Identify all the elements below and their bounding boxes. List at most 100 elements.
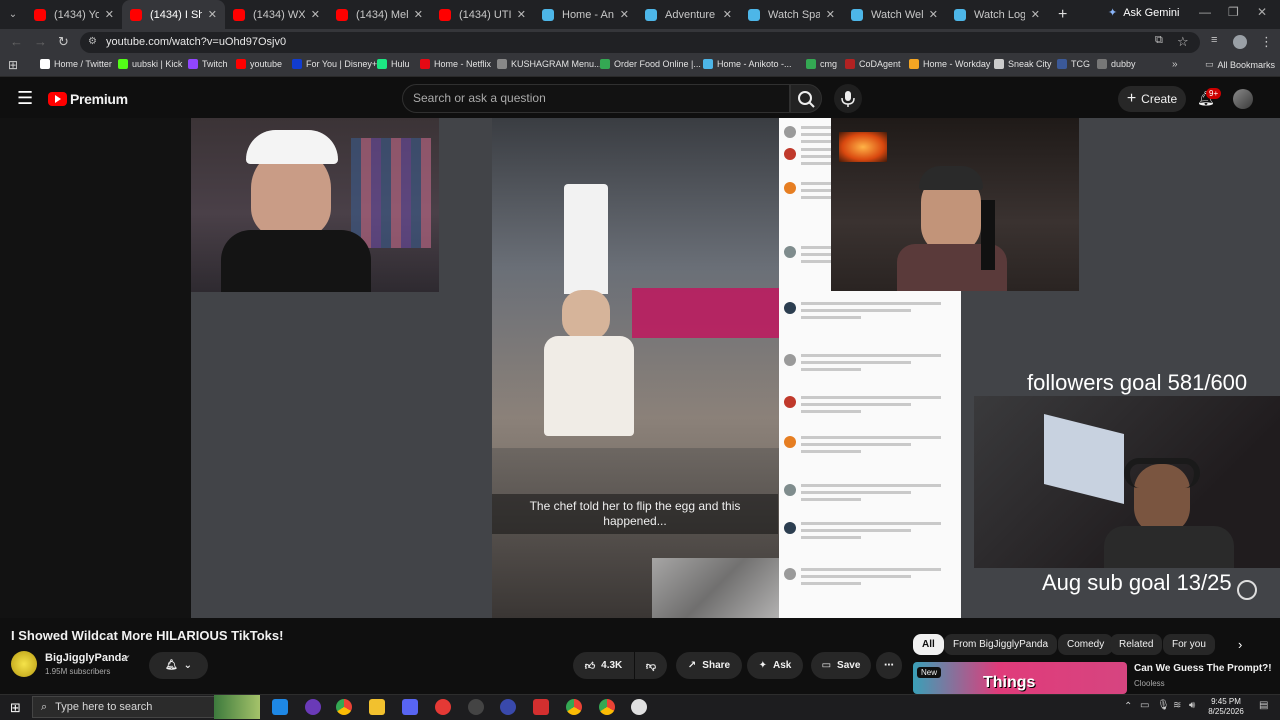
- wifi-icon[interactable]: ≋: [1173, 700, 1181, 711]
- bookmark-item[interactable]: youtube: [236, 59, 282, 69]
- new-tab-button[interactable]: +: [1048, 6, 1077, 24]
- tab-close-icon[interactable]: ✕: [1031, 8, 1040, 21]
- network-icon[interactable]: ▭: [1140, 700, 1149, 711]
- hamburger-menu-icon[interactable]: ☰: [17, 88, 33, 109]
- filter-chip[interactable]: Comedy: [1058, 634, 1114, 655]
- bookmark-item[interactable]: KUSHAGRAM Menu...: [497, 59, 602, 69]
- bookmark-item[interactable]: TCG: [1057, 59, 1090, 69]
- bookmark-item[interactable]: CoDAgent: [845, 59, 901, 69]
- all-bookmarks[interactable]: ▭ All Bookmarks: [1205, 59, 1275, 70]
- channel-name[interactable]: BigJigglyPanda: [45, 652, 128, 664]
- clock-app-icon[interactable]: [631, 699, 647, 715]
- filter-chip[interactable]: For you: [1163, 634, 1215, 655]
- create-button[interactable]: + Create: [1118, 86, 1186, 112]
- discord-icon[interactable]: [402, 699, 418, 715]
- browser-tab[interactable]: (1434) YouTube ✕: [26, 0, 122, 29]
- taskbar-app-icon[interactable]: [272, 699, 288, 715]
- browser-tab[interactable]: Watch Space P ✕: [740, 0, 843, 29]
- bookmark-item[interactable]: cmg: [806, 59, 837, 69]
- bookmark-item[interactable]: Twitch: [188, 59, 228, 69]
- tab-close-icon[interactable]: ✕: [723, 8, 732, 21]
- site-info-icon[interactable]: ⚙: [88, 36, 97, 47]
- bookmark-item[interactable]: Home - Workday: [909, 59, 990, 69]
- bookmark-item[interactable]: dubby: [1097, 59, 1136, 69]
- browser-tab[interactable]: (1434) WXLTZY ✕: [225, 0, 328, 29]
- tab-close-icon[interactable]: ✕: [517, 8, 526, 21]
- browser-tab[interactable]: (1434) MellVer ✕: [328, 0, 431, 29]
- recommended-channel[interactable]: Clooless: [1134, 679, 1165, 688]
- menu-icon[interactable]: ⋮: [1260, 34, 1273, 50]
- chrome-icon[interactable]: [599, 699, 615, 715]
- chips-next-icon[interactable]: ›: [1238, 637, 1242, 652]
- bookmark-item[interactable]: Home / Twitter: [40, 59, 112, 69]
- bookmark-item[interactable]: Home - Netflix: [420, 59, 491, 69]
- tab-search-icon[interactable]: ⌄: [0, 9, 26, 20]
- browser-tab[interactable]: (1434) I Showe ✕: [122, 0, 225, 29]
- browser-tab[interactable]: Watch Log Ho ✕: [946, 0, 1048, 29]
- ask-gemini-button[interactable]: ✦ Ask Gemini: [1108, 6, 1179, 20]
- taskbar-app-icon[interactable]: [500, 699, 516, 715]
- dislike-button[interactable]: 👎︎: [635, 652, 667, 679]
- channel-avatar[interactable]: [11, 651, 37, 677]
- bookmark-item[interactable]: uubski | Kick: [118, 59, 182, 69]
- url-text[interactable]: youtube.com/watch?v=uOhd97Osjv0: [106, 36, 286, 48]
- restore-button[interactable]: ❐: [1228, 5, 1239, 19]
- minimize-button[interactable]: —: [1199, 5, 1211, 19]
- windows-start-icon[interactable]: ⊞: [10, 700, 21, 716]
- mic-tray-icon[interactable]: 🎙︎: [1157, 700, 1170, 711]
- browser-tab[interactable]: (1434) UTI Nos ✕: [431, 0, 534, 29]
- show-hidden-icons[interactable]: ⌃: [1124, 701, 1132, 712]
- tab-close-icon[interactable]: ✕: [208, 8, 217, 21]
- youtube-logo-text[interactable]: Premium: [70, 91, 128, 107]
- video-player[interactable]: The chef told her to flip the egg and th…: [0, 118, 1280, 618]
- bookmark-item[interactable]: Order Food Online |...: [600, 59, 701, 69]
- tab-close-icon[interactable]: ✕: [414, 8, 423, 21]
- forward-icon[interactable]: →: [34, 34, 47, 49]
- file-explorer-icon[interactable]: [369, 699, 385, 715]
- bookmark-item[interactable]: Sneak City: [994, 59, 1052, 69]
- subscribed-button[interactable]: 🔔︎ ⌄: [149, 652, 208, 679]
- tab-close-icon[interactable]: ✕: [929, 8, 938, 21]
- taskbar-app-icon[interactable]: [468, 699, 484, 715]
- bookmark-star-icon[interactable]: ☆: [1177, 34, 1189, 50]
- taskbar-clock[interactable]: 9:45 PM 8/25/2026: [1203, 697, 1249, 717]
- filter-chip[interactable]: Related: [1110, 634, 1163, 655]
- volume-icon[interactable]: 🔊︎: [1189, 700, 1195, 711]
- voice-search-button[interactable]: [834, 84, 862, 113]
- apps-grid-icon[interactable]: ⊞: [8, 58, 18, 72]
- bookmark-item[interactable]: Hulu: [377, 59, 410, 69]
- bookmark-item[interactable]: For You | Disney+: [292, 59, 377, 69]
- browser-tab[interactable]: Watch Welcom ✕: [843, 0, 946, 29]
- tab-close-icon[interactable]: ✕: [105, 8, 114, 21]
- recommended-title[interactable]: Can We Guess The Prompt?!: [1134, 663, 1272, 674]
- browser-tab[interactable]: Adventure Ani ✕: [637, 0, 740, 29]
- tab-close-icon[interactable]: ✕: [311, 8, 320, 21]
- filter-chip[interactable]: From BigJigglyPanda: [944, 634, 1058, 655]
- taskbar-app-icon[interactable]: [533, 699, 549, 715]
- back-icon[interactable]: ←: [10, 34, 23, 49]
- tab-close-icon[interactable]: ✕: [620, 8, 629, 21]
- media-control-icon[interactable]: ≡: [1211, 34, 1217, 46]
- recommended-thumbnail[interactable]: Things: [913, 662, 1127, 694]
- account-avatar[interactable]: [1233, 89, 1253, 109]
- browser-tab[interactable]: Home - Anikoto ✕: [534, 0, 637, 29]
- search-button[interactable]: [790, 84, 822, 113]
- taskbar-app-icon[interactable]: [305, 699, 321, 715]
- filter-chip[interactable]: All: [913, 634, 944, 655]
- like-button[interactable]: 👍︎ 4.3K: [573, 652, 634, 679]
- save-button[interactable]: ▭ Save: [811, 652, 871, 679]
- chrome-icon[interactable]: [336, 699, 352, 715]
- profile-avatar[interactable]: [1233, 35, 1247, 49]
- more-actions-button[interactable]: ⋯: [876, 652, 902, 679]
- tab-close-icon[interactable]: ✕: [826, 8, 835, 21]
- more-bookmarks-icon[interactable]: »: [1172, 59, 1178, 70]
- close-window-button[interactable]: ✕: [1257, 5, 1267, 19]
- install-app-icon[interactable]: ⧉: [1155, 34, 1163, 47]
- ask-button[interactable]: ✦ Ask: [747, 652, 803, 679]
- youtube-logo-icon[interactable]: [48, 92, 67, 106]
- bookmark-item[interactable]: Home - Anikoto -...: [703, 59, 792, 69]
- chrome-icon[interactable]: [566, 699, 582, 715]
- share-button[interactable]: ↗ Share: [676, 652, 742, 679]
- reload-icon[interactable]: ↻: [58, 34, 69, 50]
- taskbar-app-icon[interactable]: [435, 699, 451, 715]
